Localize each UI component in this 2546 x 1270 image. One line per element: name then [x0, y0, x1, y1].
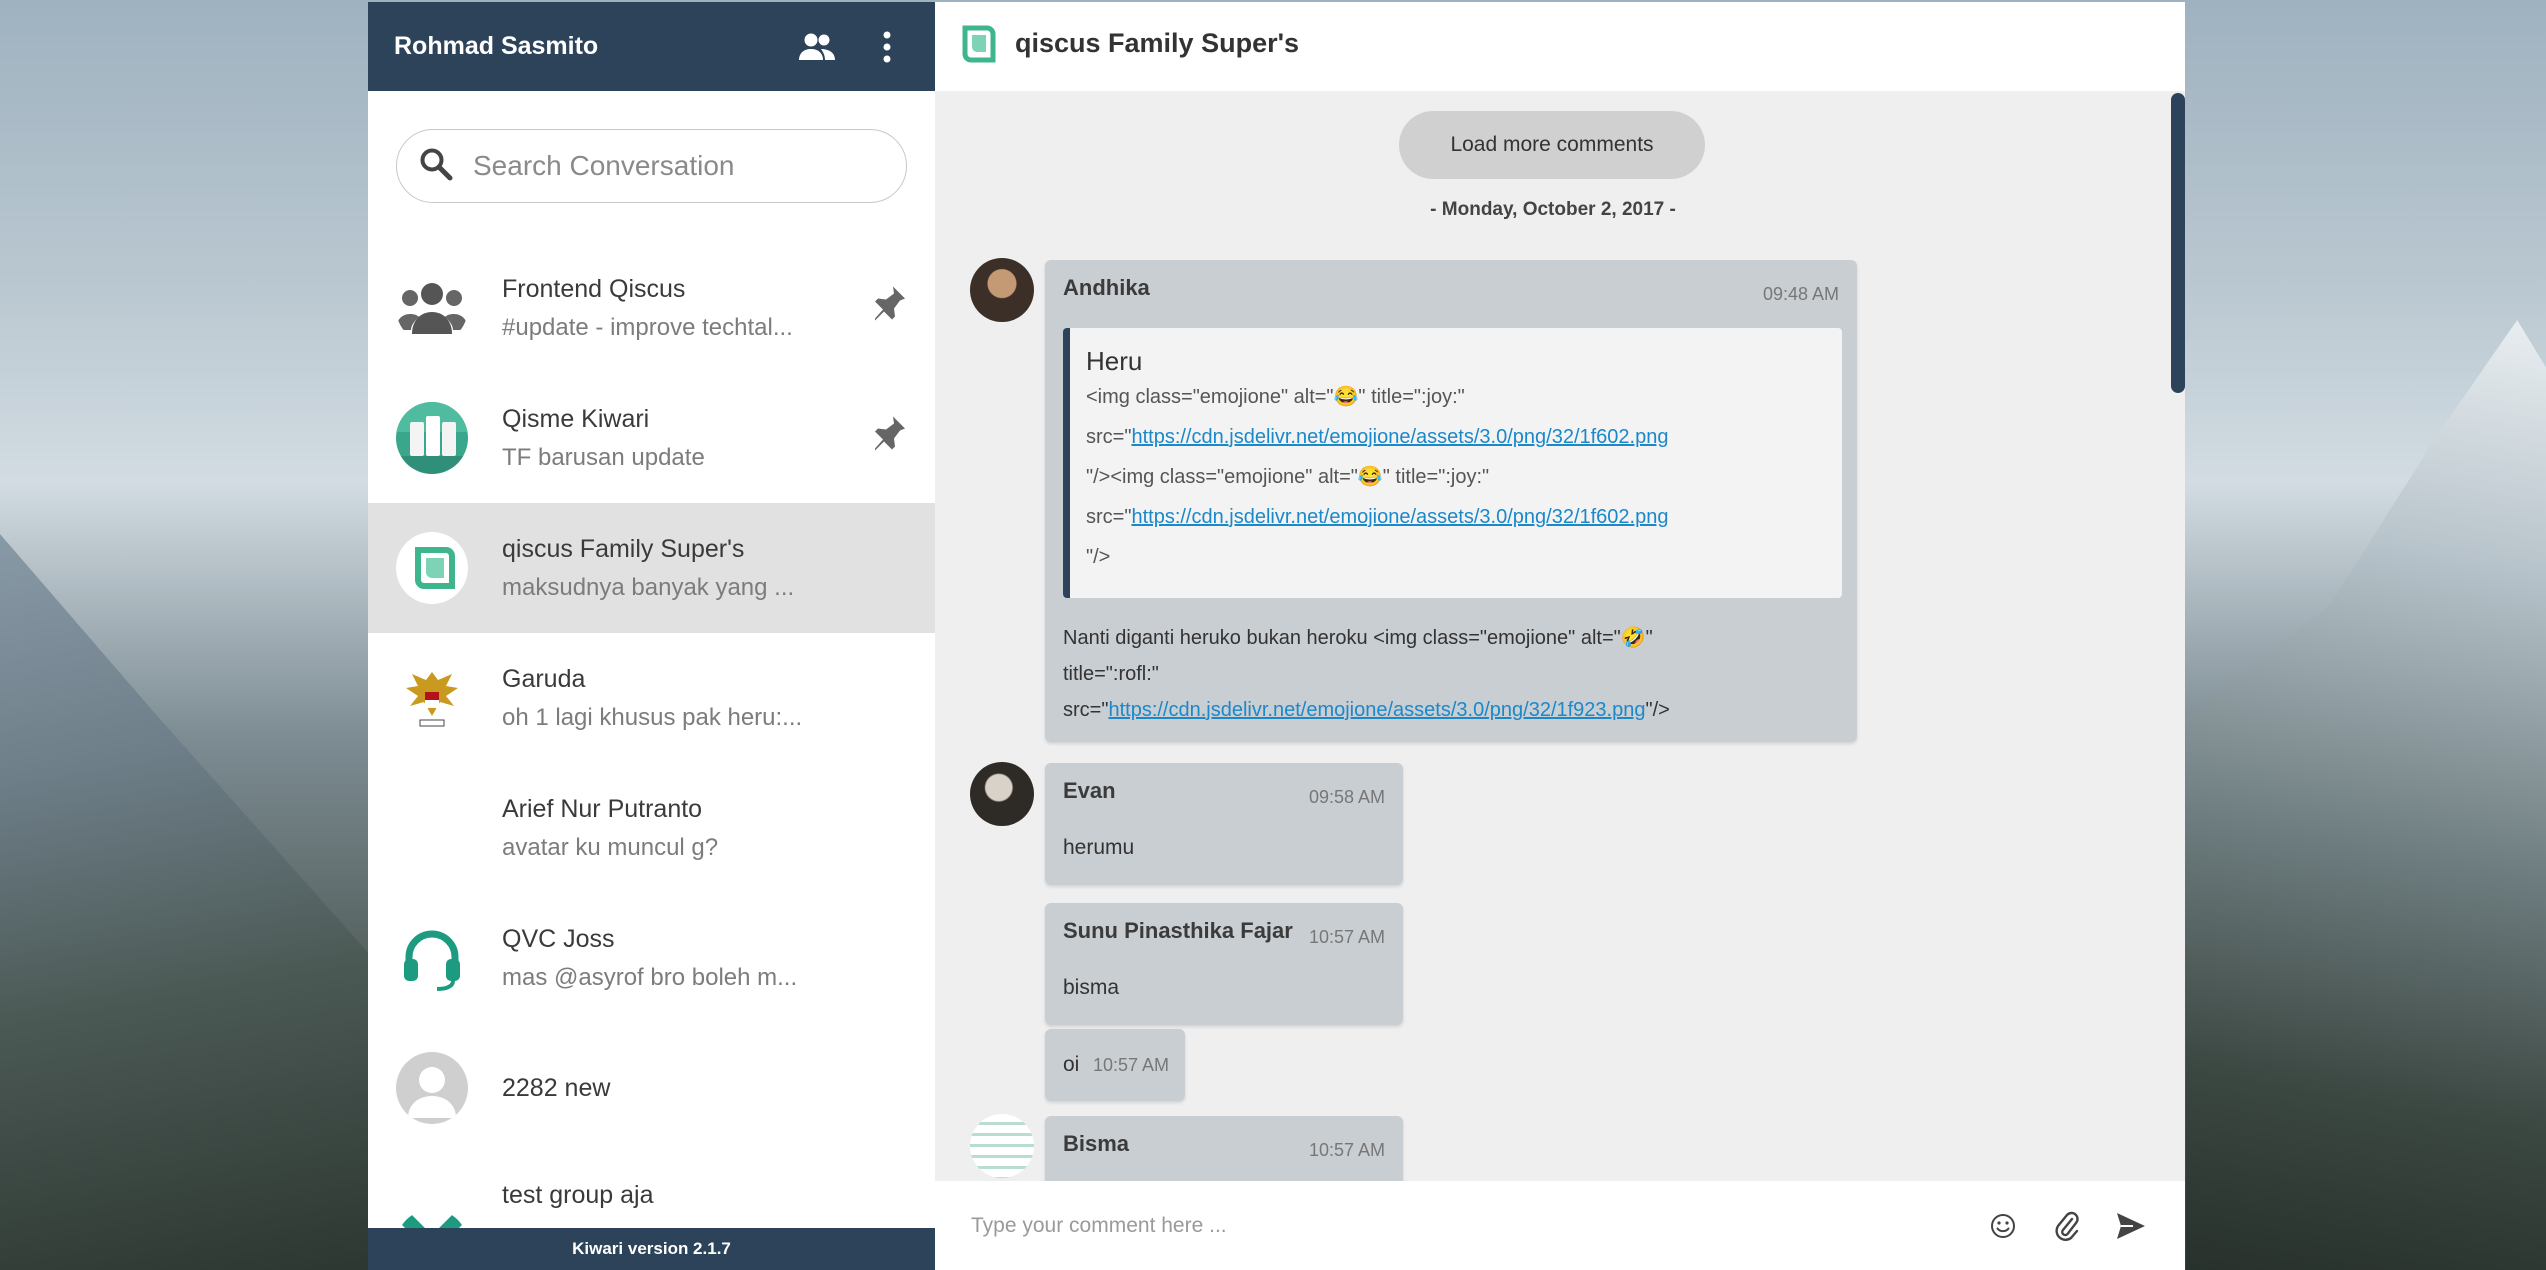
message-sender: Bisma: [1063, 1131, 1130, 1156]
quoted-text: "/><img class="emojione" alt="😂" title="…: [1086, 466, 1490, 488]
message-area[interactable]: Load more comments - Monday, October 2, …: [935, 91, 2171, 1183]
default-person-icon: [396, 1052, 468, 1124]
message-time: 10:57 AM: [1308, 1140, 1385, 1160]
message-bubble: Bisma 10:57 AM: [1045, 1116, 1403, 1183]
search-area: [368, 91, 935, 241]
sidebar: Rohmad Sasmito Frontend Q: [368, 2, 935, 1270]
user-name: Rohmad Sasmito: [394, 32, 599, 60]
message-text: title=":rofl:": [1063, 663, 1159, 685]
attachment-icon[interactable]: [2043, 1202, 2091, 1250]
conversation-item[interactable]: 2282 new: [368, 1023, 935, 1153]
conversation-name: Frontend Qiscus: [502, 274, 686, 303]
quoted-text: src=": [1086, 506, 1132, 528]
message-sender: Sunu Pinasthika Fajar: [1063, 918, 1293, 943]
search-box: [396, 129, 907, 203]
chat-title: qiscus Family Super's: [1015, 28, 1300, 58]
conversation-last-message: avatar ku muncul g?: [502, 833, 719, 861]
conversation-list: Frontend Qiscus #update - improve techta…: [368, 243, 935, 1270]
conversation-name: 2282 new: [502, 1073, 611, 1102]
blank-avatar: [396, 792, 468, 864]
conversation-name: Arief Nur Putranto: [502, 794, 703, 823]
comment-input[interactable]: [969, 1212, 1963, 1239]
background-mountain-right: [2186, 320, 2546, 1270]
message-time: 10:57 AM: [1092, 1055, 1169, 1075]
chat-scrollbar[interactable]: [2171, 93, 2185, 1181]
message-bubble: Andhika 09:48 AM Heru <img class="emojio…: [1045, 260, 1857, 742]
qiscus-logo: [396, 532, 468, 604]
sidebar-header: Rohmad Sasmito: [368, 2, 935, 91]
search-icon: [419, 147, 453, 186]
message-text: oi: [1063, 1053, 1080, 1076]
conversation-name: Garuda: [502, 664, 586, 693]
message-time: 09:58 AM: [1308, 787, 1385, 807]
conversation-last-message: oh 1 lagi khusus pak heru:...: [502, 703, 803, 731]
conversation-item[interactable]: Frontend Qiscus #update - improve techta…: [368, 243, 935, 373]
message-time: 10:57 AM: [1308, 927, 1385, 947]
headset-icon: [396, 922, 468, 994]
conversation-last-message: TF barusan update: [502, 443, 705, 471]
message-time: 09:48 AM: [1762, 284, 1839, 304]
app-window: Rohmad Sasmito Frontend Q: [368, 2, 2185, 1270]
conversation-name: QVC Joss: [502, 924, 615, 953]
qiscus-logo-icon: [959, 24, 997, 69]
load-more-button[interactable]: Load more comments: [1399, 111, 1705, 179]
conversation-last-message: mas @asyrof bro boleh m...: [502, 963, 798, 991]
message-sender: Andhika: [1063, 275, 1150, 300]
pin-icon[interactable]: [873, 415, 907, 462]
conversation-name: Qisme Kiwari: [502, 404, 650, 433]
message-body: Nanti diganti heruko bukan heroku <img c…: [1063, 620, 1670, 728]
composer: [935, 1181, 2185, 1270]
quoted-link[interactable]: https://cdn.jsdelivr.net/emojione/assets…: [1131, 506, 1668, 528]
send-icon[interactable]: [2107, 1202, 2155, 1250]
quoted-text: src=": [1086, 426, 1132, 448]
emoji-icon[interactable]: [1979, 1202, 2027, 1250]
message-text: src=": [1063, 699, 1109, 721]
avatar[interactable]: [970, 762, 1034, 826]
message-text: Nanti diganti heruko bukan heroku <img c…: [1063, 627, 1653, 649]
conversation-item-active[interactable]: qiscus Family Super's maksudnya banyak y…: [368, 503, 935, 633]
version-footer: Kiwari version 2.1.7: [368, 1228, 935, 1270]
conversation-last-message: maksudnya banyak yang ...: [502, 573, 795, 601]
message-bubble: Sunu Pinasthika Fajar 10:57 AM bisma: [1045, 903, 1403, 1025]
app-screens-avatar: [396, 402, 468, 474]
message-sender: Evan: [1063, 778, 1116, 803]
quoted-link[interactable]: https://cdn.jsdelivr.net/emojione/assets…: [1131, 426, 1668, 448]
quoted-text: <img class="emojione" alt="😂" title=":jo…: [1086, 386, 1465, 408]
conversation-name: test group aja: [502, 1181, 654, 1209]
avatar[interactable]: [970, 258, 1034, 322]
chat-header: qiscus Family Super's: [935, 2, 2185, 91]
message-text: "/>: [1645, 699, 1670, 721]
avatar[interactable]: [970, 1114, 1034, 1178]
conversation-name: qiscus Family Super's: [502, 534, 745, 563]
message-bubble: oi 10:57 AM: [1045, 1029, 1185, 1101]
group-icon: [396, 272, 468, 344]
quoted-sender: Heru: [1086, 346, 1143, 376]
pin-icon[interactable]: [873, 285, 907, 332]
conversation-item[interactable]: Arief Nur Putranto avatar ku muncul g?: [368, 763, 935, 893]
conversation-item[interactable]: Garuda oh 1 lagi khusus pak heru:...: [368, 633, 935, 763]
message-text: bisma: [1063, 976, 1120, 999]
garuda-emblem: [396, 662, 468, 734]
more-vert-icon[interactable]: [865, 25, 909, 69]
scrollbar-thumb[interactable]: [2171, 93, 2185, 393]
message-link[interactable]: https://cdn.jsdelivr.net/emojione/assets…: [1108, 699, 1645, 721]
message-text: herumu: [1063, 836, 1135, 859]
date-divider: - Monday, October 2, 2017 -: [1430, 199, 1676, 220]
quoted-reply[interactable]: Heru <img class="emojione" alt="😂" title…: [1063, 328, 1842, 598]
conversation-last-message: #update - improve techtal...: [502, 313, 793, 341]
quoted-text: "/>: [1086, 546, 1111, 568]
conversation-item[interactable]: QVC Joss mas @asyrof bro boleh m...: [368, 893, 935, 1023]
chat-panel: qiscus Family Super's Load more comments…: [935, 2, 2185, 1270]
message-bubble: Evan 09:58 AM herumu: [1045, 763, 1403, 885]
search-input[interactable]: [471, 149, 875, 183]
contacts-icon[interactable]: [795, 25, 839, 69]
conversation-item[interactable]: Qisme Kiwari TF barusan update: [368, 373, 935, 503]
background-mountain-left: [0, 534, 380, 1270]
